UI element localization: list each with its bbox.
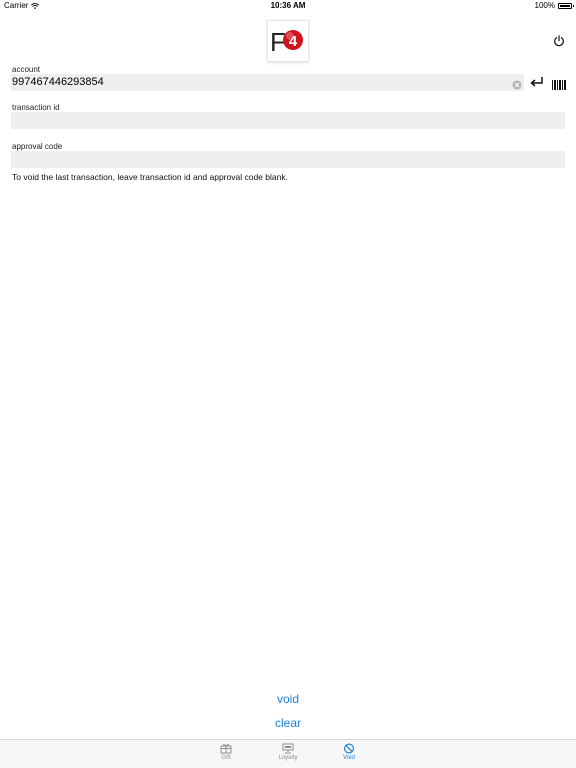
approval-code-label: approval code [12, 142, 63, 151]
power-icon [554, 35, 564, 47]
barcode-icon [552, 80, 566, 90]
status-time: 10:36 AM [270, 1, 306, 10]
tab-loyalty-label: Loyalty [278, 755, 298, 761]
tab-void[interactable]: Void [329, 743, 369, 768]
tab-bar: Gift Loyalty Void [0, 739, 576, 768]
power-button[interactable] [553, 34, 569, 50]
enter-button[interactable] [529, 75, 545, 89]
transaction-id-field[interactable] [11, 112, 565, 129]
app-logo: F 4 [267, 20, 309, 62]
status-bar: Carrier 10:36 AM 100% [0, 0, 576, 12]
void-icon [344, 743, 354, 754]
battery-percent: 100% [534, 1, 555, 10]
tab-gift[interactable]: Gift [206, 743, 246, 768]
void-button[interactable]: void [238, 692, 338, 706]
gift-card-icon [220, 744, 232, 754]
logo-badge-number: 4 [289, 33, 298, 50]
barcode-scan-button[interactable] [552, 77, 566, 90]
battery-icon [558, 2, 574, 9]
tab-void-label: Void [343, 755, 355, 761]
approval-code-field[interactable] [11, 151, 565, 168]
clear-button[interactable]: clear [238, 716, 338, 730]
account-label: account [12, 65, 41, 74]
battery-group: 100% [534, 1, 574, 10]
return-arrow-icon [530, 77, 543, 87]
clear-field-button[interactable] [512, 77, 522, 90]
void-hint-text: To void the last transaction, leave tran… [12, 172, 288, 182]
transaction-id-label: transaction id [12, 103, 60, 112]
tab-loyalty[interactable]: Loyalty [268, 743, 308, 768]
tab-gift-label: Gift [221, 755, 231, 761]
account-field[interactable]: 997467446293854 [11, 74, 524, 91]
clear-circle-icon [512, 80, 522, 90]
loyalty-terminal-icon [282, 743, 294, 754]
